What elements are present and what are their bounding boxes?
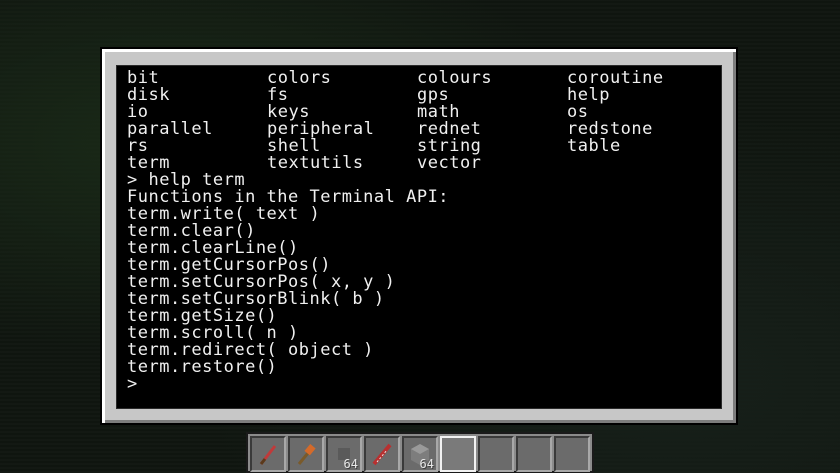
hotbar-slot-9[interactable]	[554, 436, 590, 472]
function-line: term.restore()	[127, 357, 278, 377]
terminal-output: > help term Functions in the Terminal AP…	[127, 172, 449, 393]
api-list-item: colors	[267, 68, 332, 88]
hotbar-slot-5[interactable]: 64	[402, 436, 438, 472]
api-list-grid: bit colors colours coroutine disk fs gps…	[127, 70, 717, 172]
item-count: 64	[343, 457, 358, 471]
api-list-item	[567, 155, 717, 172]
api-list-item: parallel	[127, 119, 213, 139]
input-prompt-line[interactable]: >	[127, 376, 449, 393]
api-list-item: disk	[127, 85, 170, 105]
prompt-symbol: >	[127, 374, 138, 394]
hotbar-slot-3[interactable]: 64	[326, 436, 362, 472]
hotbar-slot-7[interactable]	[478, 436, 514, 472]
brush-icon	[297, 444, 316, 465]
red-wand-icon	[259, 445, 277, 465]
hotbar-slot-6-selected[interactable]	[440, 436, 476, 472]
api-list-item: table	[567, 136, 621, 156]
hotbar: 64 64	[246, 432, 594, 473]
item-count: 64	[419, 457, 434, 471]
hotbar-slot-2[interactable]	[288, 436, 324, 472]
hotbar-slot-1[interactable]	[250, 436, 286, 472]
api-list-item: vector	[417, 153, 482, 173]
hotbar-slot-4[interactable]	[364, 436, 400, 472]
computer-terminal-window: bit colors colours coroutine disk fs gps…	[100, 47, 738, 425]
terminal-screen[interactable]: bit colors colours coroutine disk fs gps…	[116, 65, 722, 409]
red-striped-item-icon	[372, 443, 392, 466]
api-list-item: help	[567, 85, 610, 105]
hotbar-slot-8[interactable]	[516, 436, 552, 472]
api-list-item: textutils	[267, 153, 364, 173]
